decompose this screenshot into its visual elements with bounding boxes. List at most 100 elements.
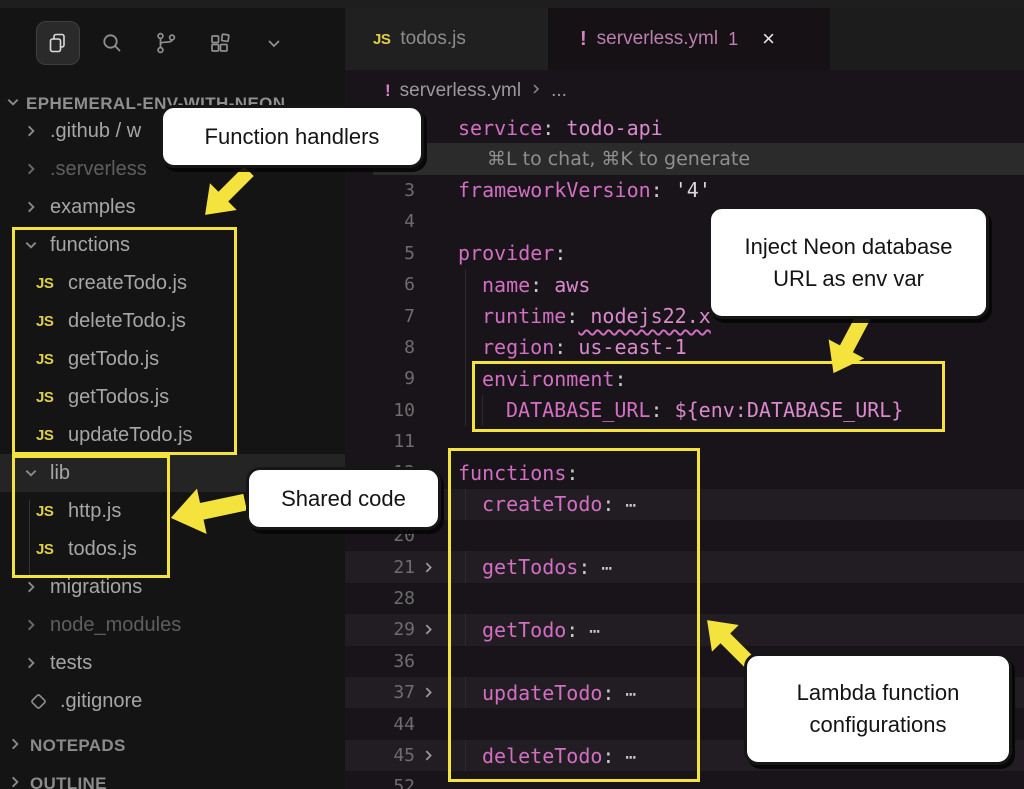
- section-notepads[interactable]: NOTEPADS: [0, 728, 345, 764]
- fold-chevron-icon[interactable]: [415, 623, 441, 636]
- js-icon: JS: [36, 275, 68, 292]
- code-line[interactable]: 28: [345, 583, 1024, 614]
- indent-guide: [465, 614, 466, 645]
- search-icon[interactable]: [90, 21, 134, 65]
- line-number: 52: [345, 776, 415, 789]
- code-line[interactable]: 52: [345, 771, 1024, 789]
- editor-inline-hint[interactable]: ⌘L to chat, ⌘K to generate: [345, 143, 1024, 174]
- source-control-icon[interactable]: [144, 21, 188, 65]
- callout-text: Function handlers: [205, 121, 380, 153]
- section-outline[interactable]: OUTLINE: [0, 766, 345, 789]
- tab-label: todos.js: [400, 28, 465, 50]
- code-line[interactable]: 9environment:: [345, 363, 1024, 394]
- indent-guide: [482, 395, 483, 426]
- folded-ellipsis-icon[interactable]: ⋯: [590, 558, 612, 579]
- yaml-key: createTodo: [482, 492, 602, 516]
- callout-shared-code: Shared code: [246, 467, 441, 530]
- code-line[interactable]: 29getTodo: ⋯: [345, 614, 1024, 645]
- indent-guide: [465, 395, 466, 426]
- line-number: 6: [345, 274, 415, 295]
- yaml-colon: :: [651, 398, 663, 422]
- tree-item-updatetodo-js[interactable]: JS updateTodo.js: [0, 416, 345, 454]
- line-number: 5: [345, 243, 415, 264]
- tab-todos-js[interactable]: JS todos.js: [345, 8, 550, 70]
- folded-ellipsis-icon[interactable]: ⋯: [614, 684, 636, 705]
- tree-item-label: updateTodo.js: [68, 424, 193, 447]
- yaml-key: frameworkVersion: [458, 178, 651, 202]
- yaml-colon: :: [614, 367, 626, 391]
- tree-item-label: tests: [50, 652, 92, 675]
- tree-item-deletetodo-js[interactable]: JS deleteTodo.js: [0, 302, 345, 340]
- breadcrumb-ellipsis[interactable]: ...: [551, 80, 567, 102]
- fold-chevron-icon[interactable]: [415, 749, 441, 762]
- folded-ellipsis-icon[interactable]: ⋯: [614, 495, 636, 516]
- tree-item-createtodo-js[interactable]: JS createTodo.js: [0, 264, 345, 302]
- extensions-icon[interactable]: [198, 21, 242, 65]
- code-line[interactable]: 3frameworkVersion: '4': [345, 175, 1024, 206]
- yaml-colon: :: [602, 492, 614, 516]
- tree-item-label: deleteTodo.js: [68, 310, 186, 333]
- activity-bar: [0, 14, 345, 72]
- indent-guide: [465, 269, 466, 300]
- tree-item-migrations[interactable]: migrations: [0, 568, 345, 606]
- code-line[interactable]: 11: [345, 426, 1024, 457]
- breadcrumb[interactable]: ! serverless.yml ...: [345, 70, 1024, 112]
- chevron-right-icon: [24, 200, 50, 214]
- window-top-strip: [0, 0, 1024, 8]
- chevron-right-icon: [24, 580, 50, 594]
- code-text: region: us-east-1: [441, 335, 687, 359]
- yaml-alert-icon: !: [580, 28, 587, 51]
- tree-item-node-modules[interactable]: node_modules: [0, 606, 345, 644]
- yaml-key: deleteTodo: [482, 744, 602, 768]
- modified-count-badge: 1: [728, 29, 738, 50]
- fold-chevron-icon[interactable]: [415, 561, 441, 574]
- folded-ellipsis-icon[interactable]: ⋯: [614, 747, 636, 768]
- line-number: 8: [345, 337, 415, 358]
- breadcrumb-file[interactable]: serverless.yml: [400, 80, 521, 102]
- js-icon: JS: [36, 351, 68, 368]
- close-icon[interactable]: ×: [762, 28, 775, 50]
- line-number: 7: [345, 306, 415, 327]
- tree-item-tests[interactable]: tests: [0, 644, 345, 682]
- explorer-icon[interactable]: [36, 21, 80, 65]
- tree-item-functions[interactable]: functions: [0, 226, 345, 264]
- indent-guide: [465, 551, 466, 582]
- fold-chevron-icon[interactable]: [415, 686, 441, 699]
- code-text: createTodo: ⋯: [441, 492, 636, 516]
- code-text: updateTodo: ⋯: [441, 681, 636, 705]
- code-line[interactable]: 12functions:: [345, 457, 1024, 488]
- chevron-down-icon: [6, 95, 20, 114]
- tree-item-gettodo-js[interactable]: JS getTodo.js: [0, 340, 345, 378]
- chevron-right-icon: [8, 737, 22, 756]
- yaml-colon: :: [578, 555, 590, 579]
- code-line[interactable]: 1service: todo-api: [345, 112, 1024, 143]
- tree-item-todos-js[interactable]: JS todos.js: [0, 530, 345, 568]
- callout-inject-neon-url: Inject Neon database URL as env var: [708, 206, 989, 319]
- code-line[interactable]: 8 region: us-east-1: [345, 332, 1024, 363]
- code-text: DATABASE_URL: ${env:DATABASE_URL}: [441, 398, 903, 422]
- js-icon: JS: [36, 503, 68, 520]
- code-text: name: aws: [441, 273, 590, 297]
- code-line[interactable]: 20: [345, 520, 1024, 551]
- yaml-colon: :: [651, 178, 663, 202]
- chevron-down-icon: [24, 238, 50, 252]
- code-text: getTodos: ⋯: [441, 555, 612, 579]
- yaml-colon: :: [602, 744, 614, 768]
- code-line[interactable]: 13createTodo: ⋯: [345, 489, 1024, 520]
- tree-item-label: .gitignore: [60, 690, 142, 713]
- chevron-down-icon[interactable]: [252, 21, 296, 65]
- tree-item-gettodos-js[interactable]: JS getTodos.js: [0, 378, 345, 416]
- code-line[interactable]: 10DATABASE_URL: ${env:DATABASE_URL}: [345, 395, 1024, 426]
- tab-serverless-yml[interactable]: ! serverless.yml 1 ×: [550, 8, 830, 70]
- indent-guide: [465, 740, 466, 771]
- line-number: 11: [345, 431, 415, 452]
- js-icon: JS: [36, 389, 68, 406]
- folded-ellipsis-icon[interactable]: ⋯: [578, 621, 600, 642]
- indent-guide: [465, 363, 466, 394]
- code-line[interactable]: 21getTodos: ⋯: [345, 551, 1024, 582]
- yaml-alert-icon: !: [385, 81, 391, 101]
- tree-item-gitignore[interactable]: .gitignore: [0, 682, 345, 720]
- tree-item-examples[interactable]: examples: [0, 188, 345, 226]
- tree-item-label: getTodos.js: [68, 386, 169, 409]
- callout-text: Shared code: [281, 483, 406, 515]
